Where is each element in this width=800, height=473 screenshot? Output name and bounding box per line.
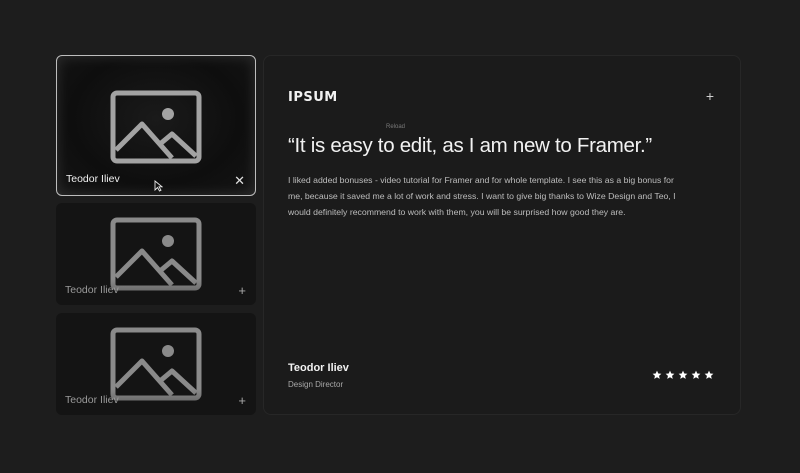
rating-stars [652,370,714,380]
image-placeholder-icon [110,90,202,164]
star-icon [678,370,688,379]
testimonial-quote: “It is easy to edit, as I am new to Fram… [288,134,652,157]
testimonial-card-3[interactable]: Teodor Iliev + [56,313,256,415]
card-author-name: Teodor Iliev [66,173,120,185]
star-icon [691,370,701,379]
author-role: Design Director [288,380,344,389]
testimonial-card-1[interactable]: Teodor Iliev ✕ [56,55,256,196]
company-logo: IPSUM [288,90,338,105]
star-icon [652,370,662,379]
mouse-cursor-icon [154,180,163,192]
testimonial-body: I liked added bonuses - video tutorial f… [288,175,676,217]
card-author-name: Teodor Iliev [65,284,119,296]
plus-icon[interactable]: + [238,394,246,407]
testimonial-card-2[interactable]: Teodor Iliev + [56,203,256,305]
plus-icon[interactable]: + [238,284,246,297]
star-icon [665,370,675,379]
reload-label[interactable]: Reload [386,124,405,130]
close-icon[interactable]: ✕ [234,174,245,187]
plus-icon[interactable]: + [706,88,714,104]
author-name: Teodor Iliev [288,362,349,374]
testimonial-panel: IPSUM + Reload “It is easy to edit, as I… [263,55,741,415]
card-author-name: Teodor Iliev [65,394,119,406]
star-icon [704,370,714,379]
